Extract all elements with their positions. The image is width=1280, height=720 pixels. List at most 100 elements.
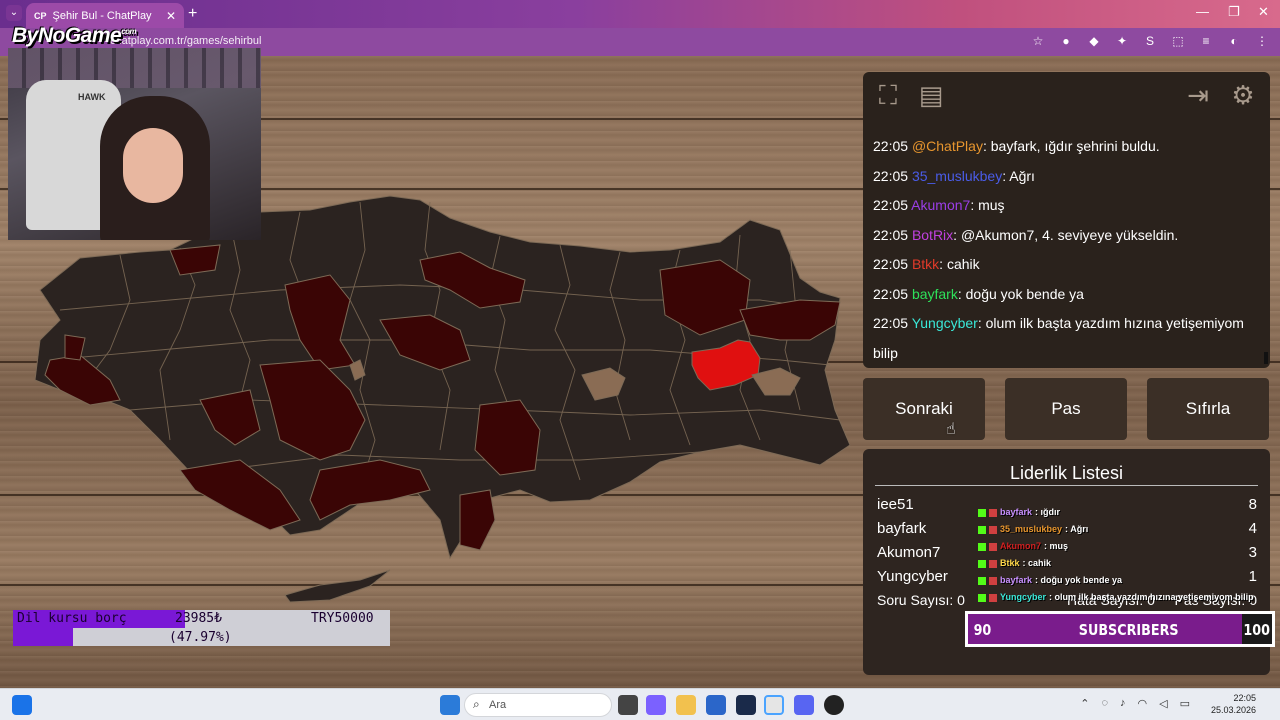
chat-time: 22:05 xyxy=(873,138,909,154)
fullscreen-icon[interactable]: ⛶ xyxy=(873,80,903,110)
province-found xyxy=(309,459,431,521)
store-icon[interactable] xyxy=(706,695,726,715)
mouse-cursor-icon: ☝ xyxy=(946,421,956,438)
overlay-chat-username: Akumon7 xyxy=(1000,541,1042,551)
chat-text: : Ağrı xyxy=(1002,167,1035,184)
profile-avatar-icon[interactable]: ◐ xyxy=(1226,33,1242,49)
start-menu-icon[interactable] xyxy=(440,695,460,715)
chrome-icon[interactable] xyxy=(764,695,784,715)
chat-message: 22:05 Btkk: cahik xyxy=(873,250,1263,280)
overlay-chat-message: bayfark: ığdır xyxy=(978,504,1263,521)
extension-icon[interactable]: ◆ xyxy=(1086,33,1102,49)
overlay-chat-username: bayfark xyxy=(1000,507,1033,517)
copilot-icon[interactable] xyxy=(646,695,666,715)
overlay-chat-username: Btkk xyxy=(1000,558,1020,568)
taskbar-search[interactable]: ⌕ Ara xyxy=(464,693,612,717)
minimize-button[interactable]: — xyxy=(1196,4,1209,19)
chat-message-continuation: bilip xyxy=(873,344,898,361)
chat-username[interactable]: @ChatPlay xyxy=(912,138,983,154)
chat-username[interactable]: Btkk xyxy=(912,256,939,272)
chat-text: : olum ilk başta yazdım hızına yetişemiy… xyxy=(977,315,1244,331)
widgets-icon[interactable] xyxy=(12,695,32,715)
settings-icon[interactable]: ⚙ xyxy=(1228,80,1258,110)
extensions-puzzle-icon[interactable]: ⬚ xyxy=(1170,33,1186,49)
user-badge-icon xyxy=(989,559,997,568)
chat-text: : cahik xyxy=(939,256,980,272)
user-badge-icon xyxy=(989,508,997,517)
chat-text: : muş xyxy=(970,197,1005,213)
search-icon: ⌕ xyxy=(473,697,480,711)
donation-goal-bar: Dil kursu borç 23985₺ TRY50000 (47.97%) xyxy=(13,610,390,646)
wifi-icon[interactable]: ◠ xyxy=(1138,697,1148,710)
turkey-map[interactable] xyxy=(20,190,870,610)
maximize-button[interactable]: ❐ xyxy=(1228,4,1240,20)
panel-toolbar: ⛶ ▤ ⇥ ⚙ xyxy=(863,72,1270,118)
platform-badge-icon xyxy=(978,508,986,517)
donation-progress-fill xyxy=(13,628,73,646)
donation-percent: (47.97%) xyxy=(169,630,232,645)
close-window-button[interactable]: ✕ xyxy=(1258,4,1269,20)
microphone-icon[interactable]: ♪ xyxy=(1120,697,1126,710)
overlay-chat-text: : Ağrı xyxy=(1065,524,1089,534)
reset-button[interactable]: Sıfırla xyxy=(1147,378,1269,440)
chat-time: 22:05 xyxy=(873,197,909,213)
clock-time: 22:05 xyxy=(1233,693,1256,703)
next-button[interactable]: Sonraki xyxy=(863,378,985,440)
browser-menu-icon[interactable]: ⋮ xyxy=(1254,33,1270,49)
chat-text: : @Akumon7, 4. seviyeye yükseldin. xyxy=(953,226,1179,243)
network-icon[interactable]: ◌ xyxy=(1101,697,1108,710)
chat-message: 22:05 Akumon7: muş xyxy=(873,191,1263,221)
chair-brand-logo: HAWK xyxy=(78,92,106,102)
leaderboard-player-name: iee51 xyxy=(877,496,914,513)
tray-chevron-icon[interactable]: ⌃ xyxy=(1080,697,1089,710)
extension-icon[interactable]: S xyxy=(1142,33,1158,49)
system-tray: ⌃ ◌ ♪ ◠ ◁ ▭ xyxy=(1080,697,1190,710)
obs-icon[interactable] xyxy=(824,695,844,715)
platform-badge-icon xyxy=(978,525,986,534)
close-tab-icon[interactable]: ✕ xyxy=(166,9,176,23)
chat-username[interactable]: Akumon7 xyxy=(911,197,970,213)
overlay-chat-username: 35_muslukbey xyxy=(1000,524,1063,534)
chat-username[interactable]: BotRix xyxy=(912,227,953,243)
volume-icon[interactable]: ◁ xyxy=(1159,697,1167,710)
chat-time: 22:05 xyxy=(873,285,909,302)
subscriber-goal: 100 xyxy=(1243,621,1270,639)
chat-username[interactable]: Yungcyber xyxy=(912,315,978,331)
chat-time: 22:05 xyxy=(873,315,909,331)
file-explorer-icon[interactable] xyxy=(676,695,696,715)
battery-icon[interactable]: ▭ xyxy=(1180,697,1190,710)
media-control-icon[interactable]: ≡ xyxy=(1198,33,1214,49)
chat-panel: ⛶ ▤ ⇥ ⚙ 22:05 @ChatPlay: bayfark, ığdır … xyxy=(863,72,1270,368)
chat-username[interactable]: 35_muslukbey xyxy=(912,168,1002,184)
bynogame-logo: ByNoGamecom xyxy=(12,24,137,47)
exit-icon[interactable]: ⇥ xyxy=(1183,80,1213,110)
new-tab-button[interactable]: + xyxy=(188,5,197,23)
chat-message: 22:05 35_muslukbey: Ağrı xyxy=(873,162,1263,192)
chat-message: 22:05 Yungcyber: olum ilk başta yazdım h… xyxy=(873,309,1263,339)
subscriber-label: SUBSCRIBERS xyxy=(1078,621,1179,639)
chat-text: : doğu yok bende ya xyxy=(957,285,1084,302)
chat-log: 22:05 @ChatPlay: bayfark, ığdır şehrini … xyxy=(873,132,1263,368)
leaderboard-divider xyxy=(875,485,1258,486)
chat-scrollbar[interactable] xyxy=(1264,352,1268,364)
user-badge-icon xyxy=(989,593,997,602)
notes-icon[interactable]: ▤ xyxy=(916,80,946,110)
pass-button[interactable]: Pas xyxy=(1005,378,1127,440)
taskbar-clock[interactable]: 22:05 25.03.2026 xyxy=(1211,692,1256,716)
discord-icon[interactable] xyxy=(794,695,814,715)
task-view-icon[interactable] xyxy=(618,695,638,715)
extension-icon[interactable]: ● xyxy=(1058,33,1074,49)
overlay-chat-text: : muş xyxy=(1044,541,1069,551)
extension-icon[interactable]: ✦ xyxy=(1114,33,1130,49)
user-badge-icon xyxy=(989,576,997,585)
question-count: Soru Sayısı: 0 xyxy=(877,592,965,608)
tab-search-icon[interactable]: ⌄ xyxy=(6,5,22,21)
leaderboard-player-name: Akumon7 xyxy=(877,544,941,561)
overlay-chat-text: : cahik xyxy=(1022,558,1052,568)
bookmark-star-icon[interactable]: ☆ xyxy=(1030,33,1046,49)
chat-username[interactable]: bayfark xyxy=(912,286,958,302)
platform-badge-icon xyxy=(978,593,986,602)
user-badge-icon xyxy=(989,542,997,551)
overlay-chat-message: Btkk: cahik xyxy=(978,555,1263,572)
app-icon[interactable] xyxy=(736,695,756,715)
